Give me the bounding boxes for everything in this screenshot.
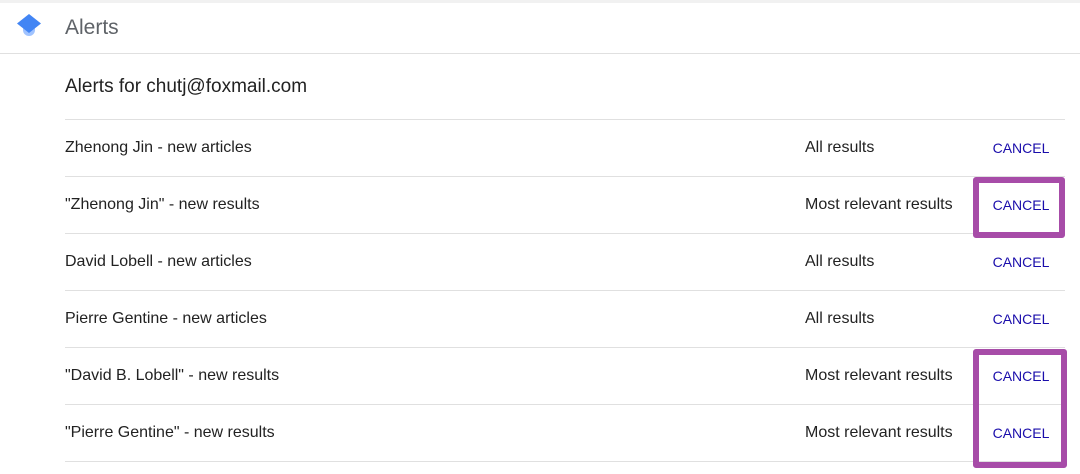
alert-row: "Pierre Gentine" - new results Most rele… [65,405,1065,462]
alert-result-type: Most relevant results [805,367,953,384]
alert-result-type: Most relevant results [805,196,953,213]
alert-query: "Zhenong Jin" - new results [65,196,260,213]
alert-row: David Lobell - new articles All results … [65,234,1065,291]
account-heading: Alerts for chutj@foxmail.com [65,76,308,97]
cancel-button[interactable]: CANCEL [981,424,1061,442]
alert-query: "David B. Lobell" - new results [65,367,280,384]
page-title: Alerts [65,16,119,39]
alert-result-type: All results [805,253,875,270]
alert-row: Pierre Gentine - new articles All result… [65,291,1065,348]
alert-row: "David B. Lobell" - new results Most rel… [65,348,1065,405]
alerts-page: Alerts Alerts for chutj@foxmail.com Zhen… [0,0,1080,474]
alert-result-type: Most relevant results [805,424,953,441]
alert-row: Zhenong Jin - new articles All results C… [65,120,1065,177]
alert-row: "Zhenong Jin" - new results Most relevan… [65,177,1065,234]
cancel-button[interactable]: CANCEL [981,310,1061,328]
cancel-button[interactable]: CANCEL [981,196,1061,214]
scholar-cap-icon[interactable] [17,14,41,38]
header-bar: Alerts [0,3,1080,54]
alert-result-type: All results [805,310,875,327]
alert-query: Pierre Gentine - new articles [65,310,267,327]
alert-query: David Lobell - new articles [65,253,252,270]
alert-query: Zhenong Jin - new articles [65,139,252,156]
cancel-button[interactable]: CANCEL [981,253,1061,271]
alert-query: "Pierre Gentine" - new results [65,424,275,441]
cancel-button[interactable]: CANCEL [981,139,1061,157]
alerts-table: Zhenong Jin - new articles All results C… [65,119,1065,462]
alert-result-type: All results [805,139,875,156]
cancel-button[interactable]: CANCEL [981,367,1061,385]
